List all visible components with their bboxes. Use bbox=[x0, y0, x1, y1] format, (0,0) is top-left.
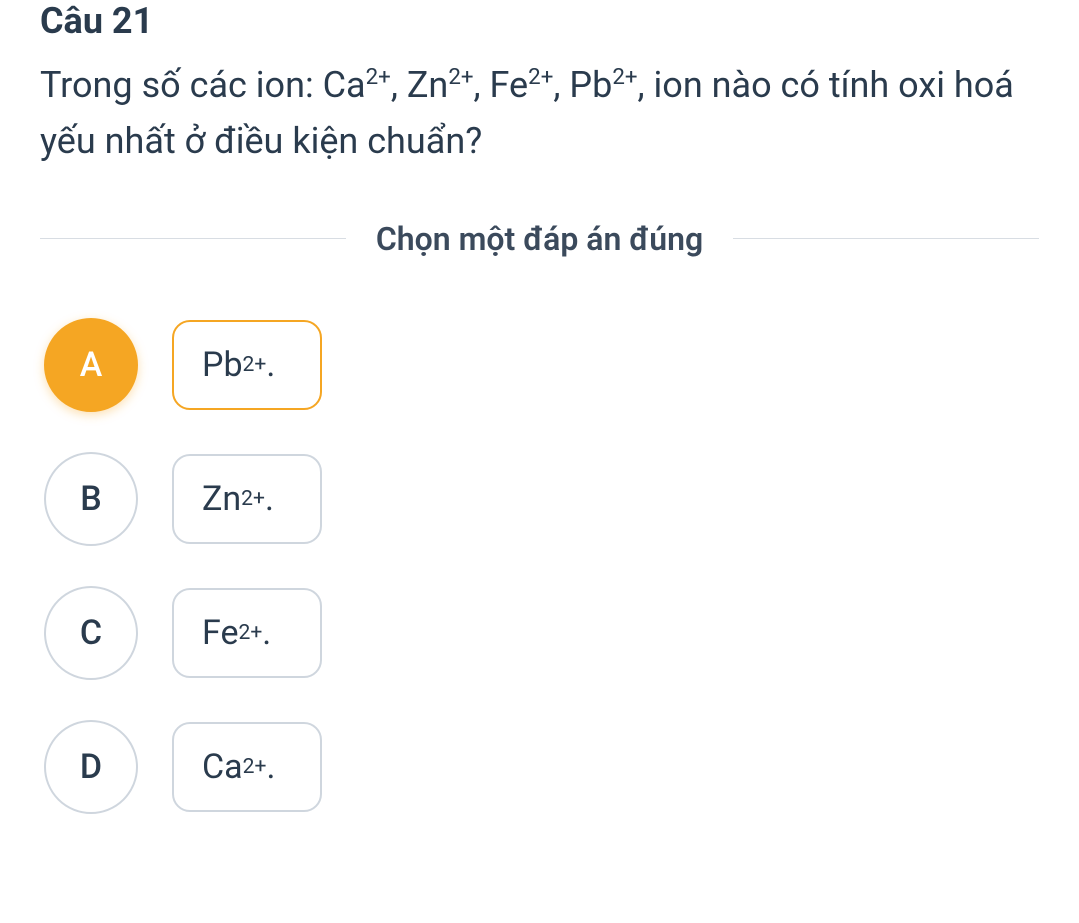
option-b[interactable]: B Zn2+. bbox=[44, 452, 1039, 546]
option-box-a[interactable]: Pb2+. bbox=[172, 320, 322, 410]
option-box-d[interactable]: Ca2+. bbox=[172, 722, 322, 812]
option-a[interactable]: A Pb2+. bbox=[44, 318, 1039, 412]
option-box-b[interactable]: Zn2+. bbox=[172, 454, 322, 544]
option-letter-d[interactable]: D bbox=[44, 720, 138, 814]
instruction-divider: Chọn một đáp án đúng bbox=[40, 220, 1039, 258]
instruction-text: Chọn một đáp án đúng bbox=[346, 220, 733, 258]
question-number: Câu 21 bbox=[40, 0, 1039, 42]
divider-line-right bbox=[733, 238, 1039, 239]
question-text: Trong số các ion: Ca2+, Zn2+, Fe2+, Pb2+… bbox=[40, 58, 1039, 170]
options-list: A Pb2+. B Zn2+. C Fe2+. D Ca2+. bbox=[44, 318, 1039, 814]
option-letter-c[interactable]: C bbox=[44, 586, 138, 680]
option-c[interactable]: C Fe2+. bbox=[44, 586, 1039, 680]
option-box-c[interactable]: Fe2+. bbox=[172, 588, 322, 678]
option-letter-a[interactable]: A bbox=[44, 318, 138, 412]
divider-line-left bbox=[40, 238, 346, 239]
option-d[interactable]: D Ca2+. bbox=[44, 720, 1039, 814]
option-letter-b[interactable]: B bbox=[44, 452, 138, 546]
